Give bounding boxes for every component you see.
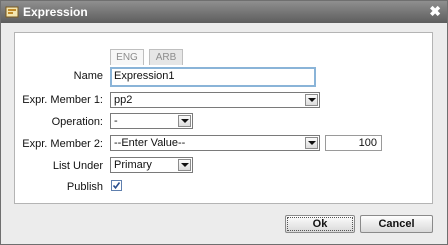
operation-value: -: [114, 115, 118, 127]
member1-value: pp2: [114, 94, 133, 106]
cancel-button[interactable]: Cancel: [360, 215, 433, 233]
member1-select[interactable]: pp2: [110, 92, 320, 108]
listunder-select[interactable]: Primary: [110, 157, 193, 173]
listunder-label: List Under: [52, 160, 103, 172]
member2-label: Expr. Member 2:: [22, 138, 103, 150]
chevron-down-icon[interactable]: [305, 137, 318, 149]
operation-label: Operation:: [51, 116, 103, 128]
listunder-value: Primary: [114, 159, 152, 171]
window-icon: [5, 6, 19, 18]
form-panel: ENG ARB Name Expression1 Expr. Member 1:…: [14, 32, 433, 204]
dialog-title: Expression: [23, 5, 88, 19]
member2-select[interactable]: --Enter Value--: [110, 135, 320, 151]
expression-dialog: Expression ✖ ENG ARB Name Expression1 Ex…: [0, 0, 448, 245]
tab-arb[interactable]: ARB: [149, 49, 183, 65]
publish-label: Publish: [66, 181, 103, 193]
chevron-down-icon[interactable]: [305, 94, 318, 106]
member1-label: Expr. Member 1:: [22, 94, 103, 106]
chevron-down-icon[interactable]: [178, 159, 191, 171]
ok-button[interactable]: Ok: [285, 215, 355, 233]
name-field[interactable]: Expression1: [110, 67, 316, 87]
title-bar[interactable]: Expression ✖: [1, 1, 447, 23]
member2-number-input[interactable]: 100: [325, 135, 382, 151]
operation-select[interactable]: -: [110, 113, 193, 129]
close-icon[interactable]: ✖: [429, 3, 441, 20]
publish-checkbox[interactable]: [111, 180, 122, 191]
name-label: Name: [73, 70, 103, 82]
name-value: Expression1: [114, 70, 175, 82]
check-icon: [112, 182, 121, 190]
tab-eng[interactable]: ENG: [110, 49, 144, 65]
chevron-down-icon[interactable]: [178, 115, 191, 127]
member2-value: --Enter Value--: [114, 137, 186, 149]
